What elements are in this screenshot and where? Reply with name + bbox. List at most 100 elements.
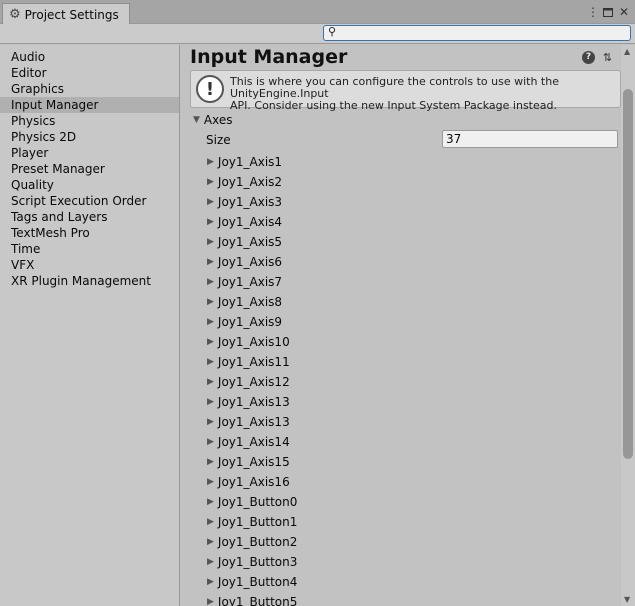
axis-label: Joy1_Axis14 xyxy=(217,435,290,449)
axis-foldout-row[interactable]: ▶ Joy1_Button5 xyxy=(207,592,297,606)
scroll-up-icon[interactable]: ▲ xyxy=(624,47,630,56)
size-label: Size xyxy=(206,133,231,147)
axis-foldout-row[interactable]: ▶ Joy1_Axis6 xyxy=(207,252,297,272)
triangle-right-icon: ▶ xyxy=(207,357,214,367)
axis-foldout-row[interactable]: ▶ Joy1_Axis13 xyxy=(207,392,297,412)
triangle-right-icon: ▶ xyxy=(207,457,214,467)
axis-foldout-row[interactable]: ▶ Joy1_Button4 xyxy=(207,572,297,592)
triangle-right-icon: ▶ xyxy=(207,477,214,487)
axis-label: Joy1_Axis16 xyxy=(217,475,290,489)
close-icon[interactable]: ✕ xyxy=(616,3,632,21)
triangle-right-icon: ▶ xyxy=(207,277,214,287)
more-options-icon[interactable]: ⋮ xyxy=(585,3,601,21)
sidebar-item-physics[interactable]: Physics xyxy=(0,113,179,129)
tab-project-settings[interactable]: ⚙ Project Settings xyxy=(2,3,130,25)
triangle-right-icon: ▶ xyxy=(207,217,214,227)
axis-foldout-row[interactable]: ▶ Joy1_Axis8 xyxy=(207,292,297,312)
sidebar-item-tags-and-layers[interactable]: Tags and Layers xyxy=(0,209,179,225)
triangle-right-icon: ▶ xyxy=(207,577,214,587)
triangle-right-icon: ▶ xyxy=(207,497,214,507)
triangle-right-icon: ▶ xyxy=(207,437,214,447)
sidebar-item-textmesh-pro[interactable]: TextMesh Pro xyxy=(0,225,179,241)
header-icons: ? ⇅ ⚙ xyxy=(582,51,621,64)
search-icon: ⚲ xyxy=(328,25,337,38)
sidebar-item-script-execution-order[interactable]: Script Execution Order xyxy=(0,193,179,209)
sidebar-item-input-manager[interactable]: Input Manager xyxy=(0,97,179,113)
axis-foldout-row[interactable]: ▶ Joy1_Axis13 xyxy=(207,412,297,432)
sidebar-item-quality[interactable]: Quality xyxy=(0,177,179,193)
axis-foldout-row[interactable]: ▶ Joy1_Button0 xyxy=(207,492,297,512)
axis-foldout-row[interactable]: ▶ Joy1_Axis11 xyxy=(207,352,297,372)
triangle-right-icon: ▶ xyxy=(207,597,214,606)
axis-foldout-row[interactable]: ▶ Joy1_Axis5 xyxy=(207,232,297,252)
gear-icon: ⚙ xyxy=(9,7,21,22)
triangle-right-icon: ▶ xyxy=(207,197,214,207)
triangle-right-icon: ▶ xyxy=(207,377,214,387)
axis-label: Joy1_Axis12 xyxy=(217,375,290,389)
axis-label: Joy1_Button0 xyxy=(217,495,298,509)
triangle-right-icon: ▶ xyxy=(207,177,214,187)
tab-title: Project Settings xyxy=(24,7,119,22)
axis-label: Joy1_Axis6 xyxy=(217,255,283,269)
axis-foldout-row[interactable]: ▶ Joy1_Axis10 xyxy=(207,332,297,352)
axes-label: Axes xyxy=(203,113,233,127)
sidebar-item-audio[interactable]: Audio xyxy=(0,49,179,65)
triangle-right-icon: ▶ xyxy=(207,397,214,407)
axis-foldout-row[interactable]: ▶ Joy1_Axis15 xyxy=(207,452,297,472)
axis-label: Joy1_Axis2 xyxy=(217,175,283,189)
axis-label: Joy1_Axis8 xyxy=(217,295,283,309)
axis-foldout-row[interactable]: ▶ Joy1_Axis1 xyxy=(207,152,297,172)
axis-foldout-row[interactable]: ▶ Joy1_Axis14 xyxy=(207,432,297,452)
axis-foldout-row[interactable]: ▶ Joy1_Axis3 xyxy=(207,192,297,212)
axis-label: Joy1_Axis11 xyxy=(217,355,290,369)
sidebar-item-preset-manager[interactable]: Preset Manager xyxy=(0,161,179,177)
search-input[interactable]: ⚲ xyxy=(323,25,631,41)
sidebar-item-vfx[interactable]: VFX xyxy=(0,257,179,273)
axes-foldout[interactable]: ▼ Axes xyxy=(193,112,233,128)
settings-sidebar: Audio Editor Graphics Input Manager Physics P… xyxy=(0,45,180,606)
maximize-icon[interactable] xyxy=(600,3,616,21)
axis-label: Joy1_Button5 xyxy=(217,595,298,606)
triangle-right-icon: ▶ xyxy=(207,257,214,267)
size-field[interactable]: 37 xyxy=(442,130,618,148)
warning-icon: ! xyxy=(196,75,224,103)
axis-foldout-row[interactable]: ▶ Joy1_Axis2 xyxy=(207,172,297,192)
page-title: Input Manager xyxy=(190,46,348,68)
toolbar: ⚲ xyxy=(0,24,635,44)
axis-foldout-row[interactable]: ▶ Joy1_Axis12 xyxy=(207,372,297,392)
triangle-right-icon: ▶ xyxy=(207,297,214,307)
axes-list: ▶ Joy1_Axis1 ▶ Joy1_Axis2 ▶ Joy1_Axis3 ▶ Joy1_A… xyxy=(207,152,297,606)
axis-label: Joy1_Button4 xyxy=(217,575,298,589)
axis-label: Joy1_Axis5 xyxy=(217,235,283,249)
axis-foldout-row[interactable]: ▶ Joy1_Axis9 xyxy=(207,312,297,332)
axis-foldout-row[interactable]: ▶ Joy1_Button3 xyxy=(207,552,297,572)
sidebar-item-time[interactable]: Time xyxy=(0,241,179,257)
sidebar-item-player[interactable]: Player xyxy=(0,145,179,161)
triangle-down-icon: ▼ xyxy=(193,115,200,125)
triangle-right-icon: ▶ xyxy=(207,317,214,327)
axis-foldout-row[interactable]: ▶ Joy1_Axis7 xyxy=(207,272,297,292)
axis-label: Joy1_Axis3 xyxy=(217,195,283,209)
tab-bar: ⚙ Project Settings ⋮ ✕ xyxy=(0,0,635,25)
sidebar-item-xr-plugin-management[interactable]: XR Plugin Management xyxy=(0,273,179,289)
axis-foldout-row[interactable]: ▶ Joy1_Button1 xyxy=(207,512,297,532)
axis-label: Joy1_Axis1 xyxy=(217,155,283,169)
axis-label: Joy1_Axis4 xyxy=(217,215,283,229)
help-icon[interactable]: ? xyxy=(582,51,595,64)
sidebar-item-editor[interactable]: Editor xyxy=(0,65,179,81)
axis-foldout-row[interactable]: ▶ Joy1_Button2 xyxy=(207,532,297,552)
scroll-down-icon[interactable]: ▼ xyxy=(624,595,630,604)
axis-foldout-row[interactable]: ▶ Joy1_Axis4 xyxy=(207,212,297,232)
triangle-right-icon: ▶ xyxy=(207,337,214,347)
axis-foldout-row[interactable]: ▶ Joy1_Axis16 xyxy=(207,472,297,492)
triangle-right-icon: ▶ xyxy=(207,237,214,247)
preset-icon[interactable]: ⇅ xyxy=(601,51,614,64)
scrollbar[interactable]: ▲ ▼ xyxy=(621,45,635,606)
triangle-right-icon: ▶ xyxy=(207,537,214,547)
axis-label: Joy1_Axis7 xyxy=(217,275,283,289)
axis-label: Joy1_Button2 xyxy=(217,535,298,549)
scrollbar-thumb[interactable] xyxy=(623,89,633,459)
sidebar-item-physics-2d[interactable]: Physics 2D xyxy=(0,129,179,145)
sidebar-item-graphics[interactable]: Graphics xyxy=(0,81,179,97)
axis-label: Joy1_Axis13 xyxy=(217,395,290,409)
